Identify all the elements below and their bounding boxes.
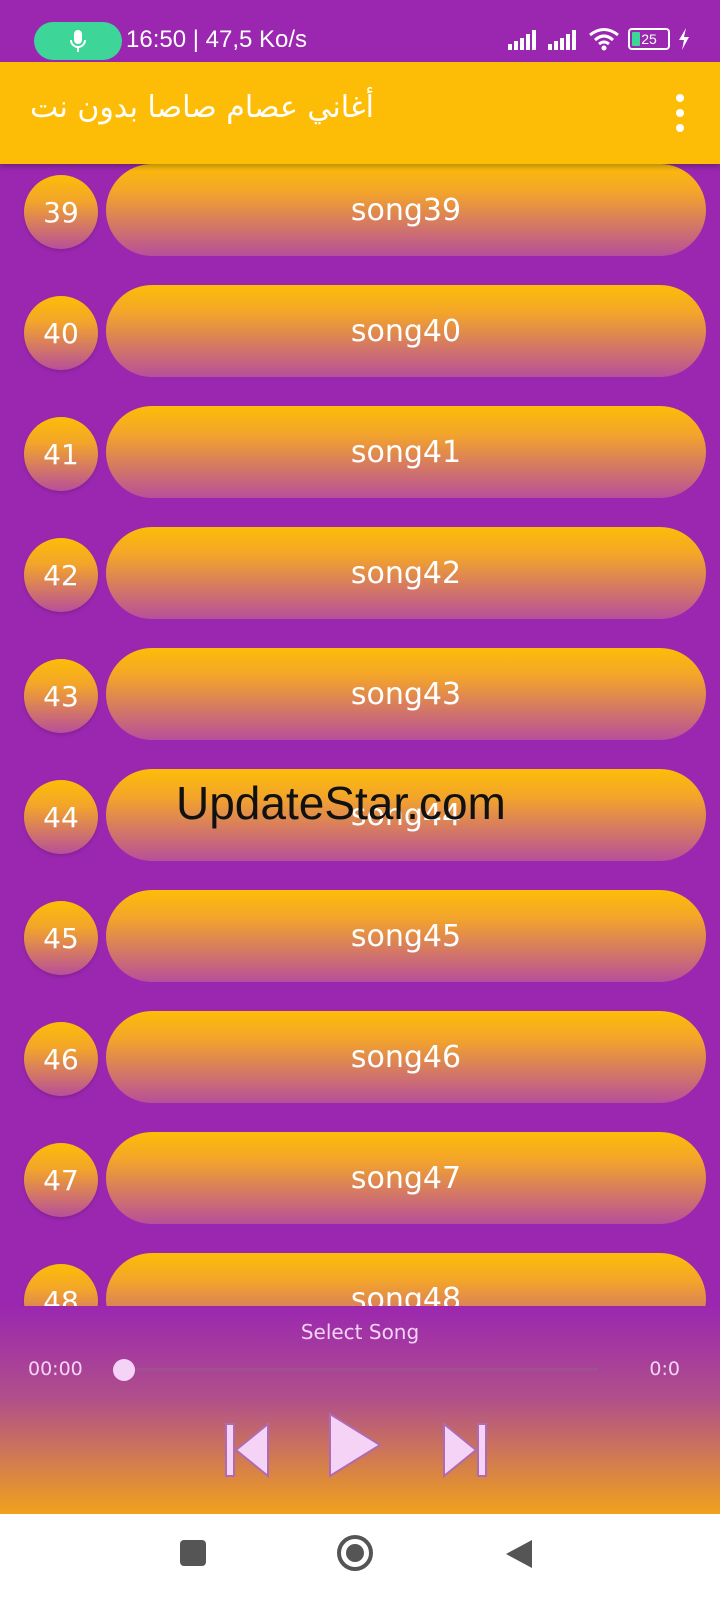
list-item: 48 song48 [0, 1253, 720, 1306]
watermark: UpdateStar.com [176, 777, 506, 829]
list-item: 41 song41 [0, 406, 720, 502]
song-button[interactable]: song43 [106, 648, 706, 740]
song-number-badge: 41 [24, 417, 98, 491]
media-player: Select Song 00:00 0:0 [0, 1306, 720, 1514]
song-number-badge: 46 [24, 1022, 98, 1096]
song-number-badge: 43 [24, 659, 98, 733]
system-navigation-bar [0, 1514, 720, 1600]
recents-icon[interactable] [178, 1538, 208, 1572]
elapsed-time: 00:00 [28, 1358, 83, 1380]
app-bar: أغاني عصام صاصا بدون نت [0, 62, 720, 164]
list-item: 45 song45 [0, 890, 720, 986]
list-item: 46 song46 [0, 1011, 720, 1107]
song-button[interactable]: song45 [106, 890, 706, 982]
seek-bar[interactable] [113, 1359, 598, 1381]
song-button[interactable]: song46 [106, 1011, 706, 1103]
song-button[interactable]: song39 [106, 164, 706, 256]
play-icon[interactable] [326, 1410, 384, 1480]
battery-icon: 25 [628, 28, 670, 50]
wifi-icon [589, 28, 619, 51]
song-number-badge: 39 [24, 175, 98, 249]
signal-icon [508, 30, 536, 50]
charging-icon [679, 28, 689, 50]
status-icons: 25 [508, 24, 690, 54]
song-number-badge: 44 [24, 780, 98, 854]
player-status: Select Song [300, 1320, 420, 1344]
list-item: 47 song47 [0, 1132, 720, 1228]
song-button[interactable]: song42 [106, 527, 706, 619]
battery-level: 25 [641, 31, 657, 47]
song-list[interactable]: 39 song39 40 song40 41 song41 42 song42 … [0, 164, 720, 1306]
song-button[interactable]: song41 [106, 406, 706, 498]
signal-icon [548, 30, 576, 50]
player-controls [0, 1410, 720, 1490]
more-vert-icon[interactable] [670, 92, 690, 136]
song-button[interactable]: song47 [106, 1132, 706, 1224]
mic-indicator [34, 22, 122, 60]
back-icon[interactable] [504, 1538, 534, 1574]
status-bar: 16:50 | 47,5 Ko/s 25 [0, 0, 720, 62]
seek-thumb[interactable] [113, 1359, 135, 1381]
list-item: 42 song42 [0, 527, 720, 623]
previous-icon[interactable] [222, 1420, 274, 1480]
song-button[interactable]: song48 [106, 1253, 706, 1306]
song-number-badge: 40 [24, 296, 98, 370]
list-item: 40 song40 [0, 285, 720, 381]
home-icon[interactable] [336, 1534, 374, 1576]
song-button[interactable]: song40 [106, 285, 706, 377]
app-title: أغاني عصام صاصا بدون نت [30, 90, 374, 125]
list-item: 43 song43 [0, 648, 720, 744]
song-number-badge: 47 [24, 1143, 98, 1217]
list-item: 39 song39 [0, 164, 720, 260]
mic-icon [70, 30, 86, 52]
status-time-speed: 16:50 | 47,5 Ko/s [126, 26, 308, 53]
song-number-badge: 48 [24, 1264, 98, 1306]
song-number-badge: 45 [24, 901, 98, 975]
song-number-badge: 42 [24, 538, 98, 612]
next-icon[interactable] [438, 1420, 490, 1480]
duration-time: 0:0 [649, 1358, 680, 1380]
